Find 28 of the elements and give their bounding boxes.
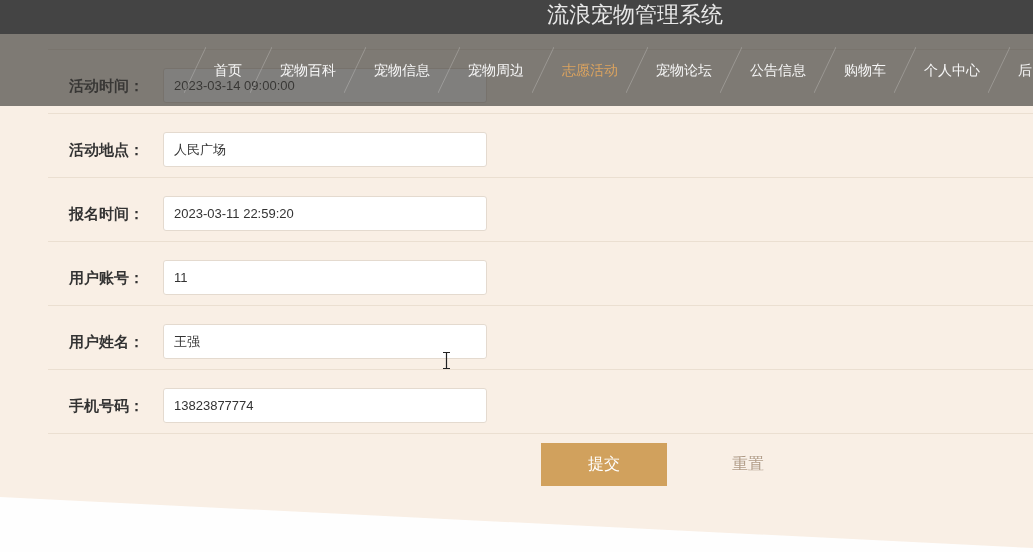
field-label: 用户姓名：	[69, 331, 144, 352]
nav-link[interactable]: 购物车	[836, 60, 894, 80]
site-title: 流浪宠物管理系统	[547, 2, 723, 28]
divider-line	[894, 47, 916, 93]
input-field[interactable]: 王强	[163, 324, 487, 359]
nav-link[interactable]: 宠物论坛	[648, 60, 720, 80]
divider-line	[626, 47, 648, 93]
divider-line	[720, 47, 742, 93]
submit-button[interactable]: 提交	[541, 443, 667, 486]
reset-button[interactable]: 重置	[685, 443, 811, 486]
nav-link[interactable]: 后	[1010, 60, 1033, 80]
text-cursor-icon	[442, 352, 451, 369]
input-field[interactable]: 人民广场	[163, 132, 487, 167]
field-label: 用户账号：	[69, 267, 144, 288]
field-label: 手机号码：	[69, 395, 144, 416]
divider-line	[532, 47, 554, 93]
field-label: 活动地点：	[69, 139, 144, 160]
divider-line	[814, 47, 836, 93]
field-label: 报名时间：	[69, 203, 144, 224]
divider-line	[988, 47, 1010, 93]
nav-link[interactable]: 个人中心	[916, 60, 988, 80]
field-label: 活动时间：	[69, 75, 144, 96]
nav-link[interactable]: 公告信息	[742, 60, 814, 80]
divider-line	[438, 47, 460, 93]
input-field[interactable]: 2023-03-11 22:59:20	[163, 196, 487, 231]
divider-line	[344, 47, 366, 93]
input-field[interactable]: 11	[163, 260, 487, 295]
input-field[interactable]: 13823877774	[163, 388, 487, 423]
